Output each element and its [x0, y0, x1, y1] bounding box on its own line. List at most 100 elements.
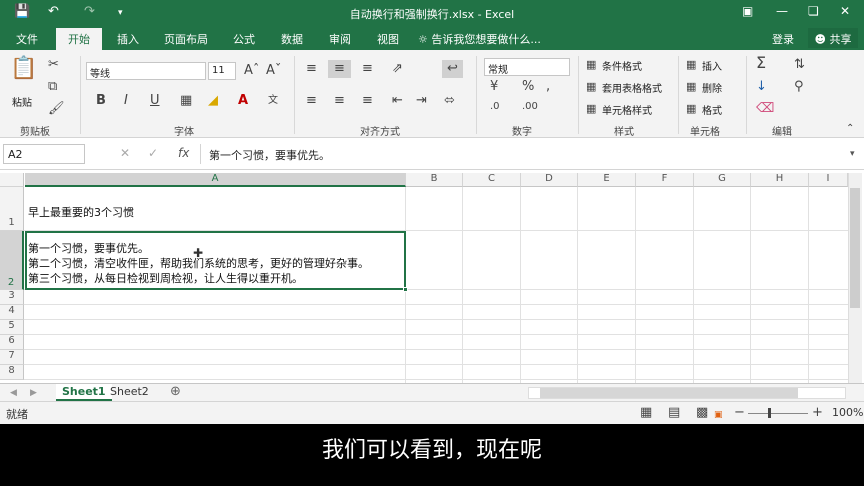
underline-icon[interactable]: U: [150, 94, 160, 108]
align-middle-icon[interactable]: ≡: [328, 60, 351, 78]
tab-data[interactable]: 数据: [281, 31, 303, 47]
decrease-font-icon[interactable]: Aˇ: [266, 64, 281, 78]
phonetic-icon[interactable]: 文: [268, 94, 278, 108]
enter-icon[interactable]: ✓: [148, 146, 158, 160]
name-box[interactable]: A2: [3, 144, 85, 164]
cell-styles-icon[interactable]: ▦: [586, 102, 596, 116]
fill-handle[interactable]: [403, 287, 408, 292]
percent-icon[interactable]: %: [522, 80, 534, 94]
column-header-h[interactable]: H: [751, 173, 809, 187]
ribbon-display-icon[interactable]: ▣: [742, 4, 753, 18]
clear-icon[interactable]: ⌫: [756, 102, 774, 116]
align-bottom-icon[interactable]: ≡: [362, 62, 373, 76]
align-left-icon[interactable]: ≡: [306, 94, 317, 108]
cut-icon[interactable]: ✂: [48, 58, 59, 72]
normal-view-icon[interactable]: ▦: [640, 406, 652, 420]
insert-cells-icon[interactable]: ▦: [686, 58, 696, 72]
autosum-icon[interactable]: Σ: [756, 55, 766, 71]
zoom-in-icon[interactable]: +: [812, 406, 823, 420]
vertical-scroll-thumb[interactable]: [850, 188, 860, 308]
increase-indent-icon[interactable]: ⇥: [416, 94, 427, 108]
accounting-format-icon[interactable]: ¥: [490, 80, 498, 94]
column-header-b[interactable]: B: [406, 173, 463, 187]
add-sheet-icon[interactable]: ⊕: [170, 385, 181, 399]
sort-filter-icon[interactable]: ⇅: [794, 58, 805, 72]
format-cells-button[interactable]: 格式: [702, 102, 722, 117]
sheet-tab-sheet2[interactable]: Sheet2: [104, 384, 155, 401]
italic-icon[interactable]: I: [124, 94, 128, 108]
paste-icon[interactable]: 📋: [10, 56, 37, 81]
tab-file[interactable]: 文件: [16, 31, 38, 47]
tab-page-layout[interactable]: 页面布局: [164, 31, 208, 47]
prev-sheet-icon[interactable]: ◀: [10, 386, 17, 400]
column-header-e[interactable]: E: [578, 173, 636, 187]
font-size-select[interactable]: 11: [208, 62, 236, 80]
row-header-1[interactable]: 1: [0, 187, 24, 231]
column-header-c[interactable]: C: [463, 173, 521, 187]
delete-cells-icon[interactable]: ▦: [686, 80, 696, 94]
minimize-icon[interactable]: —: [776, 4, 788, 18]
find-select-icon[interactable]: ⚲: [794, 80, 804, 94]
wrap-text-icon[interactable]: ↩: [442, 60, 463, 78]
formula-input[interactable]: 第一个习惯，要事优先。: [200, 144, 848, 164]
bold-icon[interactable]: B: [96, 94, 106, 108]
column-header-g[interactable]: G: [694, 173, 751, 187]
format-painter-icon[interactable]: 🖌: [48, 102, 65, 116]
delete-cells-button[interactable]: 删除: [702, 80, 722, 95]
collapse-ribbon-icon[interactable]: ⌃: [846, 122, 854, 136]
active-cell-a2[interactable]: [25, 231, 406, 290]
row-header-8[interactable]: 8: [0, 365, 24, 380]
cancel-icon[interactable]: ✕: [120, 146, 130, 160]
column-header-i[interactable]: I: [809, 173, 848, 187]
zoom-slider-thumb[interactable]: [768, 408, 771, 418]
worksheet-grid[interactable]: A B C D E F G H I 1 2 3 4 5 6 7 8 早上最重要的…: [0, 170, 864, 383]
restore-icon[interactable]: ❏: [808, 4, 819, 18]
comma-style-icon[interactable]: ,: [546, 80, 550, 94]
column-header-f[interactable]: F: [636, 173, 694, 187]
font-name-select[interactable]: 等线: [86, 62, 206, 80]
tab-formulas[interactable]: 公式: [233, 31, 255, 47]
table-format-button[interactable]: 套用表格格式: [602, 80, 662, 95]
insert-cells-button[interactable]: 插入: [702, 58, 722, 73]
expand-formula-icon[interactable]: ▾: [850, 149, 855, 159]
tab-insert[interactable]: 插入: [117, 31, 139, 47]
zoom-level[interactable]: 100%: [832, 406, 863, 419]
orientation-icon[interactable]: ⇗: [392, 62, 403, 76]
tell-me-box[interactable]: ☼ 告诉我您想要做什么...: [418, 31, 541, 47]
conditional-format-button[interactable]: 条件格式: [602, 58, 642, 73]
select-all-corner[interactable]: [0, 173, 24, 187]
align-top-icon[interactable]: ≡: [306, 62, 317, 76]
cell-a1[interactable]: 早上最重要的3个习惯: [28, 204, 134, 220]
cell-styles-button[interactable]: 单元格样式: [602, 102, 652, 117]
merge-center-icon[interactable]: ⬄: [444, 94, 455, 108]
table-format-icon[interactable]: ▦: [586, 80, 596, 94]
tab-home[interactable]: 开始: [56, 28, 102, 50]
conditional-format-icon[interactable]: ▦: [586, 58, 596, 72]
row-header-4[interactable]: 4: [0, 305, 24, 320]
zoom-out-icon[interactable]: −: [734, 406, 745, 420]
column-header-a[interactable]: A: [25, 173, 406, 187]
number-format-select[interactable]: 常规: [484, 58, 570, 76]
fill-icon[interactable]: ↓: [756, 80, 767, 94]
tab-view[interactable]: 视图: [377, 31, 399, 47]
border-icon[interactable]: ▦: [180, 94, 192, 108]
row-header-2[interactable]: 2: [0, 231, 24, 290]
align-center-icon[interactable]: ≡: [334, 94, 345, 108]
close-icon[interactable]: ✕: [840, 4, 850, 18]
share-button[interactable]: ☻ 共享: [808, 28, 858, 48]
increase-font-icon[interactable]: Aˆ: [244, 64, 259, 78]
row-header-6[interactable]: 6: [0, 335, 24, 350]
row-header-7[interactable]: 7: [0, 350, 24, 365]
column-header-d[interactable]: D: [521, 173, 578, 187]
insert-function-icon[interactable]: fx: [178, 146, 189, 160]
page-break-view-icon[interactable]: ▩: [696, 406, 708, 420]
page-layout-view-icon[interactable]: ▤: [668, 406, 680, 420]
decrease-decimal-icon[interactable]: .00: [522, 100, 538, 114]
copy-icon[interactable]: ⧉: [48, 80, 57, 94]
login-link[interactable]: 登录: [772, 31, 794, 47]
row-header-5[interactable]: 5: [0, 320, 24, 335]
horizontal-scroll-thumb[interactable]: [540, 388, 798, 398]
tab-review[interactable]: 审阅: [329, 31, 351, 47]
increase-decimal-icon[interactable]: .0: [490, 100, 500, 114]
input-method-icon[interactable]: ▣: [714, 408, 723, 422]
